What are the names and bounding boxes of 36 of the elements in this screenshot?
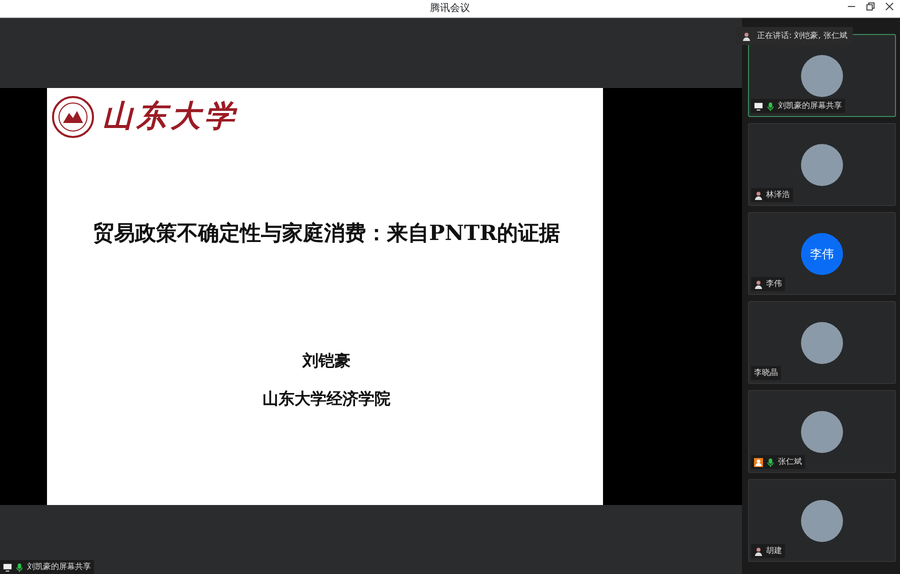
avatar-photo-placeholder — [801, 410, 843, 452]
close-icon[interactable] — [885, 2, 894, 11]
university-logo-text: 山东大学 — [102, 98, 238, 136]
avatar-photo-placeholder — [801, 144, 843, 186]
participant-name: 李晓晶 — [754, 367, 778, 379]
avatar-initials: 李伟 — [801, 232, 843, 274]
microphone-icon — [15, 562, 24, 572]
host-icon — [754, 458, 763, 466]
participant-name: 李伟 — [766, 278, 782, 290]
screen-share-icon — [754, 102, 763, 110]
participant-tile[interactable]: 李晓晶 — [748, 301, 896, 384]
avatar-photo-placeholder — [801, 322, 843, 364]
screen-share-icon — [3, 562, 12, 572]
university-seal-icon — [50, 94, 94, 138]
slide-author: 刘铠豪 — [301, 350, 352, 372]
window-title: 腾讯会议 — [430, 3, 470, 14]
user-icon — [754, 280, 763, 288]
participant-tile[interactable]: 李伟 李伟 — [748, 212, 896, 295]
microphone-icon — [766, 458, 775, 466]
participant-name: 刘凯豪的屏幕共享 — [778, 100, 842, 112]
participant-name: 林泽浩 — [766, 189, 790, 201]
participant-tile[interactable]: 胡建 — [748, 479, 896, 562]
microphone-icon — [766, 102, 775, 110]
user-icon — [742, 32, 751, 40]
avatar-photo-placeholder — [801, 500, 843, 542]
participant-tile[interactable]: 林泽浩 — [748, 123, 896, 206]
participant-tile[interactable]: 张仁斌 — [748, 390, 896, 473]
user-icon — [754, 190, 763, 200]
screen-share-text: 刘凯豪的屏幕共享 — [27, 561, 91, 573]
user-icon — [754, 546, 763, 556]
restore-icon[interactable] — [866, 2, 875, 11]
slide-affiliation: 山东大学经济学院 — [262, 388, 392, 410]
avatar-photo-placeholder — [801, 54, 843, 96]
slide-title: 贸易政策不确定性与家庭消费：来自PNTR的证据 — [92, 219, 562, 247]
participant-name: 张仁斌 — [778, 456, 802, 468]
participant-name: 胡建 — [766, 545, 782, 557]
